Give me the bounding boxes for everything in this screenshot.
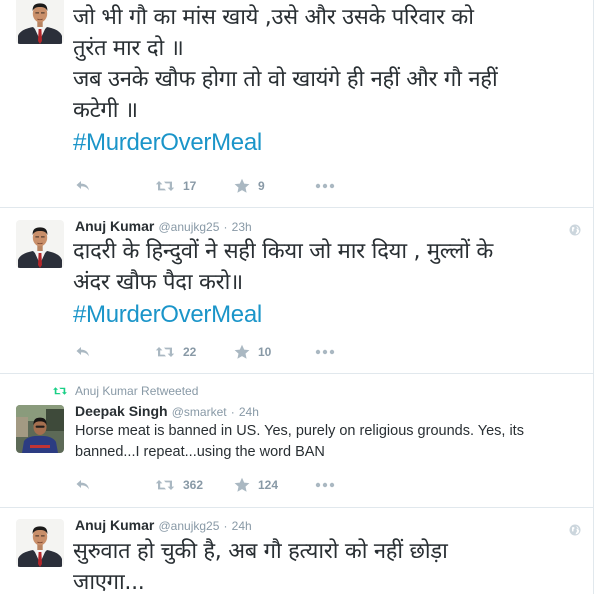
more-icon: [315, 482, 335, 488]
tweet-text: सुरुवात हो चुकी है, अब गौ हत्यारो को नही…: [73, 536, 583, 598]
star-icon: [234, 477, 250, 493]
tweet-text-line: Horse meat is banned in US. Yes, purely …: [75, 423, 524, 439]
tweet-header: Anuj Kumar @anujkg25 · 24h: [75, 517, 252, 535]
avatar-image: [16, 519, 64, 567]
favorite-count: 10: [258, 345, 272, 359]
reply-button[interactable]: [75, 342, 91, 362]
hashtag-link[interactable]: #MurderOverMeal: [73, 298, 583, 331]
retweet-icon: [155, 477, 175, 493]
retweet-icon: [155, 344, 175, 360]
avatar[interactable]: [16, 0, 64, 44]
author-fullname[interactable]: Deepak Singh: [75, 403, 168, 419]
hashtag-link[interactable]: #MurderOverMeal: [73, 126, 583, 159]
tweet-header: Anuj Kumar @anujkg25 · 23h: [75, 218, 252, 236]
reply-button[interactable]: [75, 475, 91, 495]
tweet-timestamp[interactable]: 24h: [232, 519, 252, 533]
tweet-header: Deepak Singh @smarket · 24h: [75, 403, 259, 421]
reply-icon: [75, 477, 91, 493]
retweet-button[interactable]: 22: [155, 342, 196, 362]
avatar-image: [16, 0, 64, 44]
reply-icon: [75, 178, 91, 194]
retweet-context: Anuj Kumar Retweeted: [52, 384, 198, 398]
avatar[interactable]: [16, 519, 64, 567]
avatar-image: [16, 405, 64, 453]
retweet-button[interactable]: 362: [155, 475, 203, 495]
avatar[interactable]: [16, 405, 64, 453]
favorite-button[interactable]: 9: [234, 176, 265, 196]
header-separator: ·: [230, 405, 235, 419]
reply-icon: [75, 344, 91, 360]
tweet-text-line: जो भी गौ का मांस खाये ,उसे और उसके परिवा…: [73, 5, 474, 30]
tweet-stream: जो भी गौ का मांस खाये ,उसे और उसके परिवा…: [0, 0, 594, 595]
tweet-text-line: दादरी के हिन्दुवों ने सही किया जो मार दि…: [73, 239, 493, 264]
more-button[interactable]: [315, 342, 335, 362]
avatar[interactable]: [16, 220, 64, 268]
tweet-text: Horse meat is banned in US. Yes, purely …: [75, 421, 575, 463]
tweet-timestamp[interactable]: 23h: [232, 220, 252, 234]
author-fullname[interactable]: Anuj Kumar: [75, 218, 154, 234]
retweet-context-icon: [52, 385, 68, 397]
more-button[interactable]: [315, 176, 335, 196]
retweet-count: 362: [183, 478, 204, 492]
author-username[interactable]: @anujkg25: [158, 519, 219, 533]
more-icon: [315, 183, 335, 189]
tweet-text-line: banned...I repeat...using the word BAN: [75, 444, 325, 460]
tweet-timestamp[interactable]: 24h: [239, 405, 259, 419]
author-username[interactable]: @smarket: [172, 405, 227, 419]
header-separator: ·: [223, 220, 228, 234]
tweet-text-line: जब उनके खौफ होगा तो वो खायंगे ही नहीं और…: [73, 67, 498, 92]
tweet-text: दादरी के हिन्दुवों ने सही किया जो मार दि…: [73, 236, 583, 331]
star-icon: [234, 344, 250, 360]
tweet-actions: 22 10: [75, 342, 475, 362]
tweet-text: जो भी गौ का मांस खाये ,उसे और उसके परिवा…: [73, 2, 583, 159]
tweet-actions: 362 124: [75, 475, 475, 495]
globe-icon: [569, 521, 581, 533]
tweet-actions: 17 9: [75, 176, 475, 196]
more-button[interactable]: [315, 475, 335, 495]
reply-button[interactable]: [75, 176, 91, 196]
tweet-text-line: जाएगा...: [73, 570, 145, 595]
tweet-item[interactable]: Anuj Kumar @anujkg25 · 23h दादरी के हिन्…: [0, 207, 593, 374]
tweet-text-line: कटेगी ॥: [73, 98, 138, 123]
retweet-count: 22: [183, 345, 197, 359]
author-username[interactable]: @anujkg25: [158, 220, 219, 234]
globe-icon: [569, 221, 581, 233]
tweet-item[interactable]: जो भी गौ का मांस खाये ,उसे और उसके परिवा…: [0, 0, 593, 208]
star-icon: [234, 178, 250, 194]
favorite-button[interactable]: 10: [234, 342, 271, 362]
retweet-button[interactable]: 17: [155, 176, 196, 196]
tweet-text-line: सुरुवात हो चुकी है, अब गौ हत्यारो को नही…: [73, 539, 448, 564]
avatar-image: [16, 220, 64, 268]
favorite-count: 9: [258, 179, 265, 193]
favorite-button[interactable]: 124: [234, 475, 278, 495]
tweet-text-line: तुरंत मार दो ॥: [73, 36, 184, 61]
tweet-text-line: अंदर खौफ पैदा करो॥: [73, 270, 243, 295]
tweet-item[interactable]: Anuj Kumar @anujkg25 · 24h सुरुवात हो चु…: [0, 507, 593, 607]
author-fullname[interactable]: Anuj Kumar: [75, 517, 154, 533]
retweet-context-label[interactable]: Anuj Kumar Retweeted: [75, 384, 198, 398]
retweet-count: 17: [183, 179, 197, 193]
more-icon: [315, 349, 335, 355]
favorite-count: 124: [258, 478, 279, 492]
retweet-icon: [155, 178, 175, 194]
header-separator: ·: [223, 519, 228, 533]
